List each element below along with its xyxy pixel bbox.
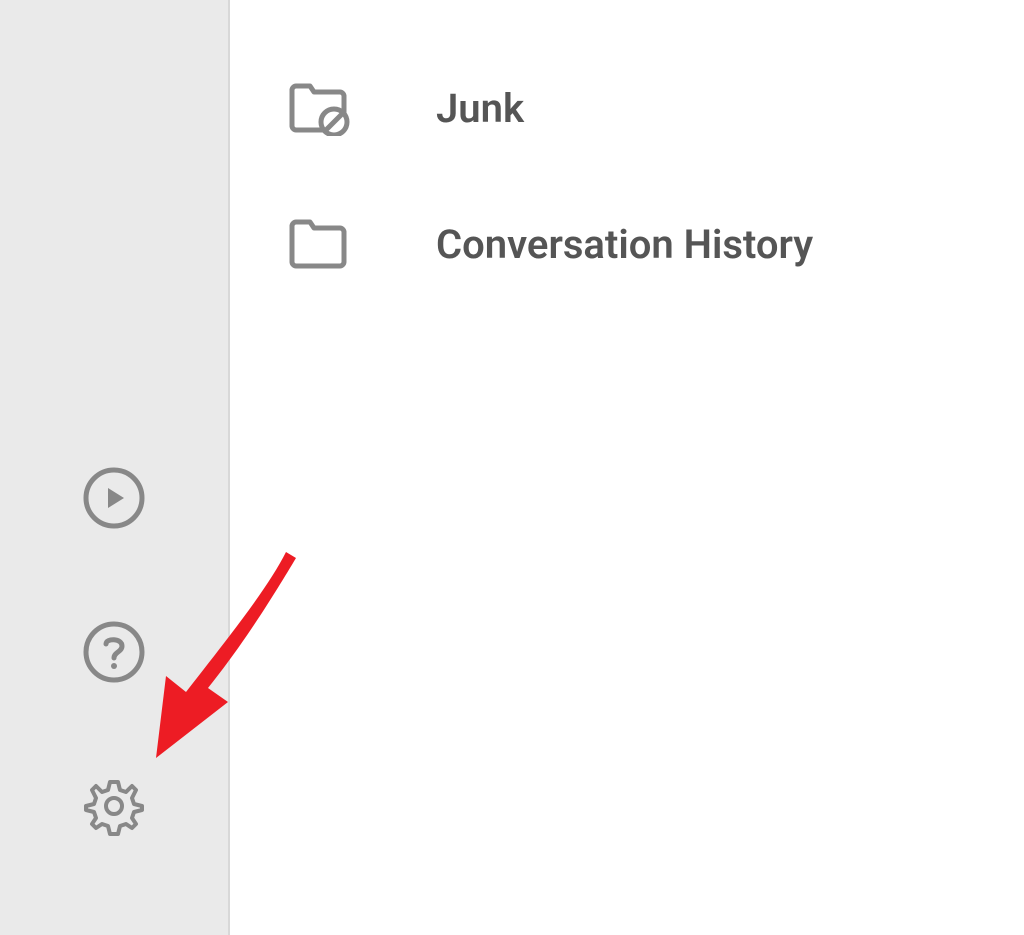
folder-icon <box>286 216 350 272</box>
folder-label: Conversation History <box>436 221 813 268</box>
play-circle-icon <box>82 466 146 534</box>
help-button[interactable] <box>82 622 146 686</box>
folder-junk-icon <box>286 80 350 136</box>
folder-item-conversation-history[interactable]: Conversation History <box>230 176 1024 312</box>
help-circle-icon <box>82 620 146 688</box>
play-button[interactable] <box>82 468 146 532</box>
folder-label: Junk <box>436 85 524 132</box>
settings-button[interactable] <box>82 776 146 840</box>
folder-item-junk[interactable]: Junk <box>230 40 1024 176</box>
gear-icon <box>82 774 146 842</box>
folder-list: Junk Conversation History <box>230 0 1024 935</box>
left-sidebar <box>0 0 230 935</box>
